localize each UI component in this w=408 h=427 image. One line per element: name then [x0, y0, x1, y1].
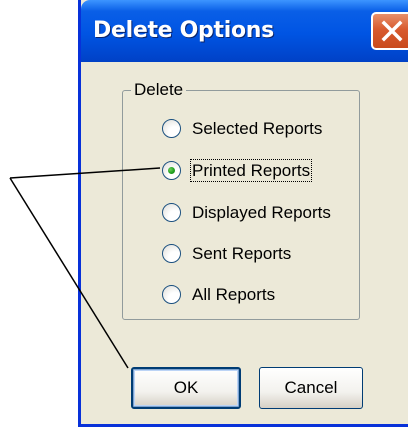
radio-button[interactable]	[162, 285, 181, 304]
radio-button[interactable]	[162, 119, 181, 138]
radio-label: Printed Reports	[189, 159, 313, 182]
radio-button[interactable]	[162, 203, 181, 222]
dialog-title: Delete Options	[93, 18, 274, 43]
groupbox-label: Delete	[131, 80, 187, 100]
radio-label: Selected Reports	[192, 119, 323, 138]
close-button[interactable]	[371, 12, 408, 50]
title-bar[interactable]: Delete Options	[81, 0, 408, 62]
delete-options-dialog: Delete Options Delete Selected Reports P…	[78, 0, 408, 427]
radio-label: Displayed Reports	[192, 203, 331, 222]
radio-label: All Reports	[192, 285, 276, 304]
radio-label: Sent Reports	[192, 244, 292, 263]
radio-button[interactable]	[162, 161, 181, 180]
ok-button[interactable]: OK	[131, 367, 241, 409]
radio-button[interactable]	[162, 244, 181, 263]
cancel-button[interactable]: Cancel	[259, 367, 363, 409]
close-x-icon	[381, 20, 403, 42]
